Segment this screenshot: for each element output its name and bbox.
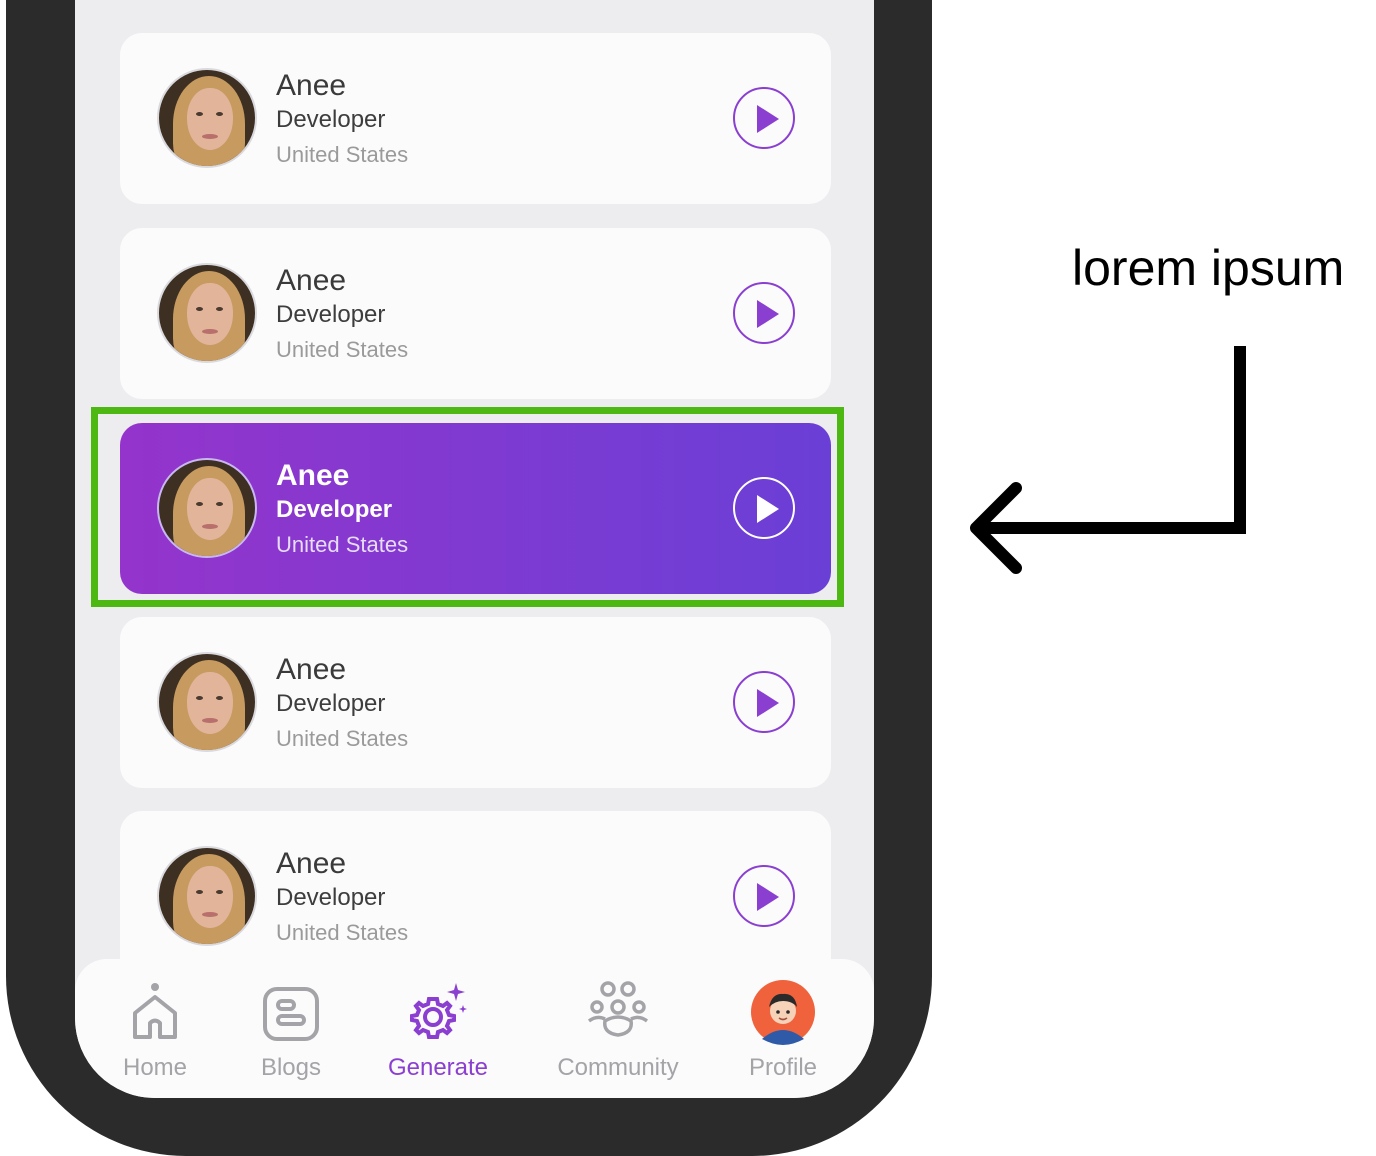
avatar [157, 652, 257, 752]
nav-item-profile[interactable]: Profile [708, 977, 858, 1087]
card-role: Developer [276, 106, 386, 133]
card-role: Developer [276, 301, 386, 328]
play-icon [757, 300, 779, 328]
card-name: Anee [276, 653, 347, 686]
nav-label-blogs: Blogs [260, 1054, 322, 1081]
play-icon [757, 883, 779, 911]
nav-label-profile: Profile [748, 1054, 818, 1081]
list-item[interactable]: Anee Developer United States [120, 617, 831, 788]
card-country: United States [276, 337, 409, 362]
play-button[interactable] [733, 865, 795, 927]
nav-item-home[interactable]: Home [80, 977, 230, 1087]
nav-label-home: Home [122, 1054, 188, 1081]
generate-gear-icon [403, 977, 473, 1047]
play-button[interactable] [733, 671, 795, 733]
nav-item-blogs[interactable]: Blogs [216, 977, 366, 1087]
nav-label-community: Community [557, 1054, 679, 1081]
list-item[interactable]: Anee Developer United States [120, 33, 831, 204]
home-icon [120, 977, 190, 1047]
card-country: United States [276, 726, 409, 751]
blogs-icon [256, 977, 326, 1047]
annotation-arrow-icon [960, 340, 1260, 584]
list-item[interactable]: Anee Developer United States [120, 811, 831, 982]
bottom-nav: Home Blogs Generate Community Profile [75, 959, 874, 1098]
card-country: United States [276, 920, 409, 945]
community-icon [583, 977, 653, 1047]
profile-avatar-icon [748, 977, 818, 1047]
nav-item-community[interactable]: Community [543, 977, 693, 1087]
play-icon [757, 105, 779, 133]
avatar [157, 68, 257, 168]
play-button[interactable] [733, 282, 795, 344]
selection-highlight-box [91, 407, 844, 607]
avatar [157, 263, 257, 363]
list-item[interactable]: Anee Developer United States [120, 228, 831, 399]
avatar [157, 846, 257, 946]
annotation-label: lorem ipsum [1072, 240, 1345, 296]
card-role: Developer [276, 690, 386, 717]
play-button[interactable] [733, 87, 795, 149]
nav-item-generate[interactable]: Generate [363, 977, 513, 1087]
play-icon [757, 689, 779, 717]
card-country: United States [276, 142, 409, 167]
card-role: Developer [276, 884, 386, 911]
nav-label-generate: Generate [387, 1054, 489, 1081]
card-name: Anee [276, 264, 347, 297]
card-name: Anee [276, 847, 347, 880]
card-name: Anee [276, 69, 347, 102]
